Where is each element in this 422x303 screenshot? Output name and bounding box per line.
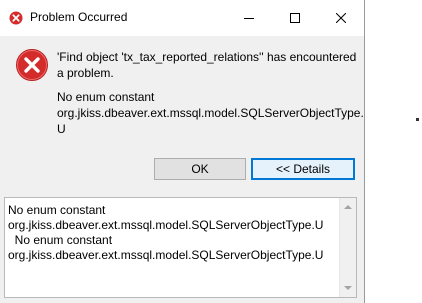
- title-bar[interactable]: Problem Occurred: [0, 0, 364, 36]
- problem-dialog: Problem Occurred 'Find object 'tx_tax_re…: [0, 0, 365, 303]
- details-button[interactable]: << Details: [251, 158, 355, 180]
- minimize-icon: [244, 18, 254, 19]
- details-line: org.jkiss.dbeaver.ext.mssql.model.SQLSer…: [8, 248, 324, 262]
- window-title: Problem Occurred: [30, 10, 128, 24]
- error-detail-line: No enum constant: [57, 90, 155, 104]
- error-detail-line: org.jkiss.dbeaver.ext.mssql.model.SQLSer…: [57, 106, 364, 120]
- scroll-up-arrow-icon[interactable]: [344, 205, 352, 209]
- scroll-down-arrow-icon[interactable]: [344, 286, 352, 290]
- details-line: No enum constant: [8, 233, 113, 247]
- error-icon: [16, 49, 48, 81]
- error-detail-line: U: [57, 122, 66, 136]
- details-scrollbar[interactable]: [339, 198, 356, 297]
- background-dot: [416, 118, 419, 121]
- maximize-icon: [290, 13, 300, 23]
- details-text-area[interactable]: No enum constant org.jkiss.dbeaver.ext.m…: [4, 197, 357, 298]
- details-line: No enum constant: [8, 203, 106, 217]
- details-text: No enum constant org.jkiss.dbeaver.ext.m…: [8, 203, 338, 263]
- close-icon: [336, 13, 346, 23]
- error-icon: [9, 11, 23, 25]
- minimize-button[interactable]: [226, 0, 272, 36]
- error-headline-line: 'Find object 'tx_tax_reported_relations'…: [57, 50, 357, 64]
- details-line: org.jkiss.dbeaver.ext.mssql.model.SQLSer…: [8, 218, 324, 232]
- maximize-button[interactable]: [272, 0, 318, 36]
- error-detail: No enum constant org.jkiss.dbeaver.ext.m…: [57, 89, 364, 137]
- error-headline-line: a problem.: [57, 66, 114, 80]
- ok-button[interactable]: OK: [154, 158, 246, 180]
- error-message: 'Find object 'tx_tax_reported_relations'…: [57, 49, 357, 81]
- close-button[interactable]: [318, 0, 364, 36]
